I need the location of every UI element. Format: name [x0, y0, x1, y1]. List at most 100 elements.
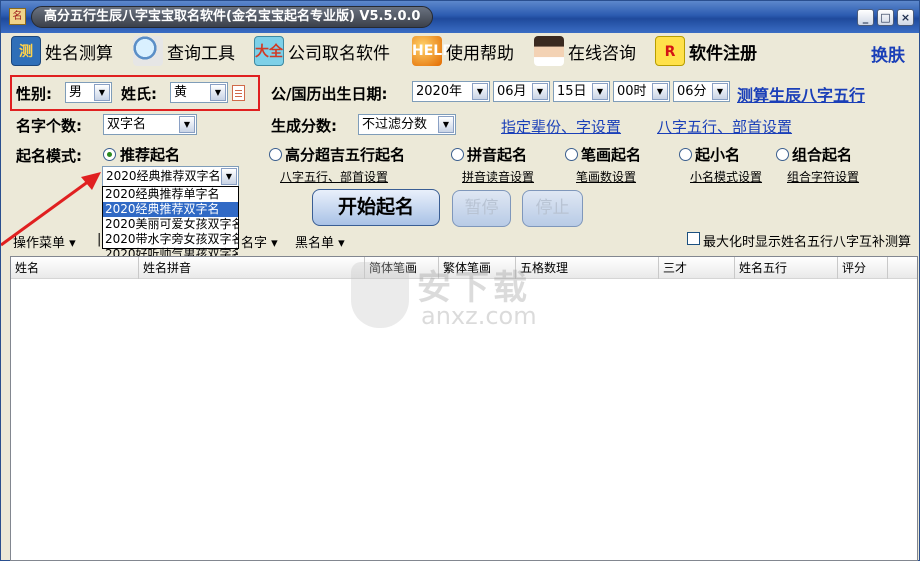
- fav-name-menu[interactable]: 名字 ▾: [241, 232, 278, 251]
- col-header-score[interactable]: 评分: [838, 257, 888, 279]
- app-logo-icon: 名: [9, 8, 26, 25]
- mode-radio-stroke[interactable]: [565, 148, 578, 161]
- chevron-down-icon: ▼: [712, 83, 728, 100]
- toolbar-label: 在线咨询: [568, 43, 636, 64]
- col-header-pinyin[interactable]: 姓名拼音: [139, 257, 365, 279]
- minimize-button[interactable]: _: [857, 9, 874, 26]
- pause-button[interactable]: 暂停: [452, 190, 511, 227]
- mode-label-high-score[interactable]: 高分超吉五行起名: [285, 144, 405, 165]
- surname-select[interactable]: 黄 ▼: [170, 82, 228, 103]
- toolbar-label: 姓名测算: [45, 43, 113, 64]
- toolbar-register[interactable]: R 软件注册: [655, 33, 757, 69]
- pinyin-setting-link[interactable]: 拼音读音设置: [462, 168, 534, 185]
- mode-radio-recommend[interactable]: [103, 148, 116, 161]
- high-score-setting-link[interactable]: 八字五行、部首设置: [280, 168, 388, 185]
- chevron-down-icon: ▼: [472, 83, 488, 100]
- shield-icon: [351, 262, 409, 328]
- consultant-icon: [534, 36, 564, 66]
- mode-label: 起名模式:: [16, 147, 82, 165]
- name-count-value: 双字名: [107, 117, 147, 132]
- mode-label-stroke[interactable]: 笔画起名: [581, 144, 641, 165]
- chevron-down-icon: ▼: [94, 84, 110, 101]
- dropdown-option[interactable]: 2020经典推荐单字名: [103, 187, 238, 202]
- blacklist-label: 黑名单: [295, 236, 335, 251]
- generation-setting-link[interactable]: 指定辈份、字设置: [501, 116, 621, 137]
- start-naming-button[interactable]: 开始起名: [312, 189, 440, 226]
- gender-select[interactable]: 男 ▼: [65, 82, 112, 103]
- toolbar-online-consult[interactable]: 在线咨询: [534, 33, 636, 69]
- register-icon: R: [655, 36, 685, 66]
- toolbar-label: 查询工具: [167, 43, 235, 64]
- gender-value: 男: [69, 85, 83, 100]
- birth-year-select[interactable]: 2020年 ▼: [412, 81, 490, 102]
- bazi-radical-setting-link[interactable]: 八字五行、部首设置: [657, 116, 792, 137]
- birth-minute-select[interactable]: 06分 ▼: [673, 81, 730, 102]
- score-select[interactable]: 不过滤分数 ▼: [358, 114, 456, 135]
- max-display-label[interactable]: 最大化时显示姓名五行八字互补测算: [703, 231, 911, 250]
- mode-label-pinyin[interactable]: 拼音起名: [467, 144, 527, 165]
- birth-minute-value: 06分: [677, 84, 707, 99]
- gender-label: 性别:: [16, 85, 52, 103]
- stroke-setting-link[interactable]: 笔画数设置: [576, 168, 636, 185]
- recommend-list-select[interactable]: 2020经典推荐双字名 ▼: [102, 166, 239, 187]
- watermark-url: anxz.com: [421, 302, 537, 330]
- toolbar-label: 软件注册: [689, 43, 757, 64]
- chevron-down-icon: ▼: [221, 168, 237, 185]
- chevron-down-icon: ▼: [592, 83, 608, 100]
- magnifier-icon: [133, 36, 163, 66]
- toolbar-query-tools[interactable]: 查询工具: [133, 33, 235, 69]
- maximize-button[interactable]: □: [877, 9, 894, 26]
- mode-radio-combo[interactable]: [776, 148, 789, 161]
- birth-month-value: 06月: [497, 84, 527, 99]
- birth-hour-value: 00时: [617, 84, 647, 99]
- stop-button[interactable]: 停止: [522, 190, 583, 227]
- max-display-checkbox[interactable]: [687, 232, 700, 245]
- col-header-sancai[interactable]: 三才: [659, 257, 735, 279]
- ops-menu[interactable]: 操作菜单 ▾: [13, 232, 76, 251]
- name-count-select[interactable]: 双字名 ▼: [103, 114, 197, 135]
- chevron-down-icon: ▼: [179, 116, 195, 133]
- score-value: 不过滤分数: [362, 117, 428, 132]
- toolbar-help[interactable]: HELP 使用帮助: [412, 33, 514, 69]
- help-icon: HELP: [412, 36, 452, 66]
- birth-year-value: 2020年: [416, 84, 463, 99]
- ops-menu-label: 操作菜单: [13, 236, 66, 251]
- company-book-icon: 大全: [254, 36, 284, 66]
- mode-label-nickname[interactable]: 起小名: [695, 144, 740, 165]
- close-button[interactable]: ×: [897, 9, 914, 26]
- toolbar-label: 公司取名软件: [288, 43, 390, 64]
- birth-hour-select[interactable]: 00时 ▼: [613, 81, 670, 102]
- surname-list-icon[interactable]: [232, 85, 245, 101]
- nickname-setting-link[interactable]: 小名模式设置: [690, 168, 762, 185]
- mode-radio-high-score[interactable]: [269, 148, 282, 161]
- col-header-wuxing[interactable]: 姓名五行: [735, 257, 838, 279]
- birth-day-select[interactable]: 15日 ▼: [553, 81, 610, 102]
- toolbar-company-naming[interactable]: 大全 公司取名软件: [254, 33, 390, 69]
- blacklist-menu[interactable]: 黑名单 ▾: [295, 232, 345, 251]
- chevron-down-icon: ▼: [210, 84, 226, 101]
- toolbar-name-calc[interactable]: 测 姓名测算: [11, 33, 113, 69]
- main-toolbar: 测 姓名测算 查询工具 大全 公司取名软件 HELP 使用帮助 在线咨询 R 软…: [1, 33, 919, 69]
- switch-skin-link[interactable]: 换肤: [871, 41, 905, 66]
- chevron-down-icon: ▼: [438, 116, 454, 133]
- birth-date-label: 公/国历出生日期:: [271, 85, 388, 103]
- combo-setting-link[interactable]: 组合字符设置: [787, 168, 859, 185]
- calc-bazi-link[interactable]: 测算生辰八字五行: [737, 82, 865, 106]
- birth-day-value: 15日: [557, 84, 587, 99]
- mode-radio-nickname[interactable]: [679, 148, 692, 161]
- dropdown-option-selected[interactable]: 2020经典推荐双字名: [103, 202, 238, 217]
- window-title: 高分五行生辰八字宝宝取名软件(金名宝宝起名专业版) V5.5.0.0: [31, 6, 434, 28]
- chevron-down-icon: ▼: [652, 83, 668, 100]
- toolbar-label: 使用帮助: [446, 43, 514, 64]
- mode-label-combo[interactable]: 组合起名: [792, 144, 852, 165]
- fav-name-label: 名字: [241, 236, 268, 251]
- score-label: 生成分数:: [271, 117, 337, 135]
- title-bar: 名 高分五行生辰八字宝宝取名软件(金名宝宝起名专业版) V5.5.0.0 _ □…: [1, 1, 919, 33]
- birth-month-select[interactable]: 06月 ▼: [493, 81, 550, 102]
- surname-value: 黄: [174, 85, 188, 100]
- name-count-label: 名字个数:: [16, 117, 82, 135]
- mode-label-recommend[interactable]: 推荐起名: [120, 144, 180, 165]
- subbar-divider: |: [97, 232, 102, 247]
- mode-radio-pinyin[interactable]: [451, 148, 464, 161]
- col-header-name[interactable]: 姓名: [11, 257, 139, 279]
